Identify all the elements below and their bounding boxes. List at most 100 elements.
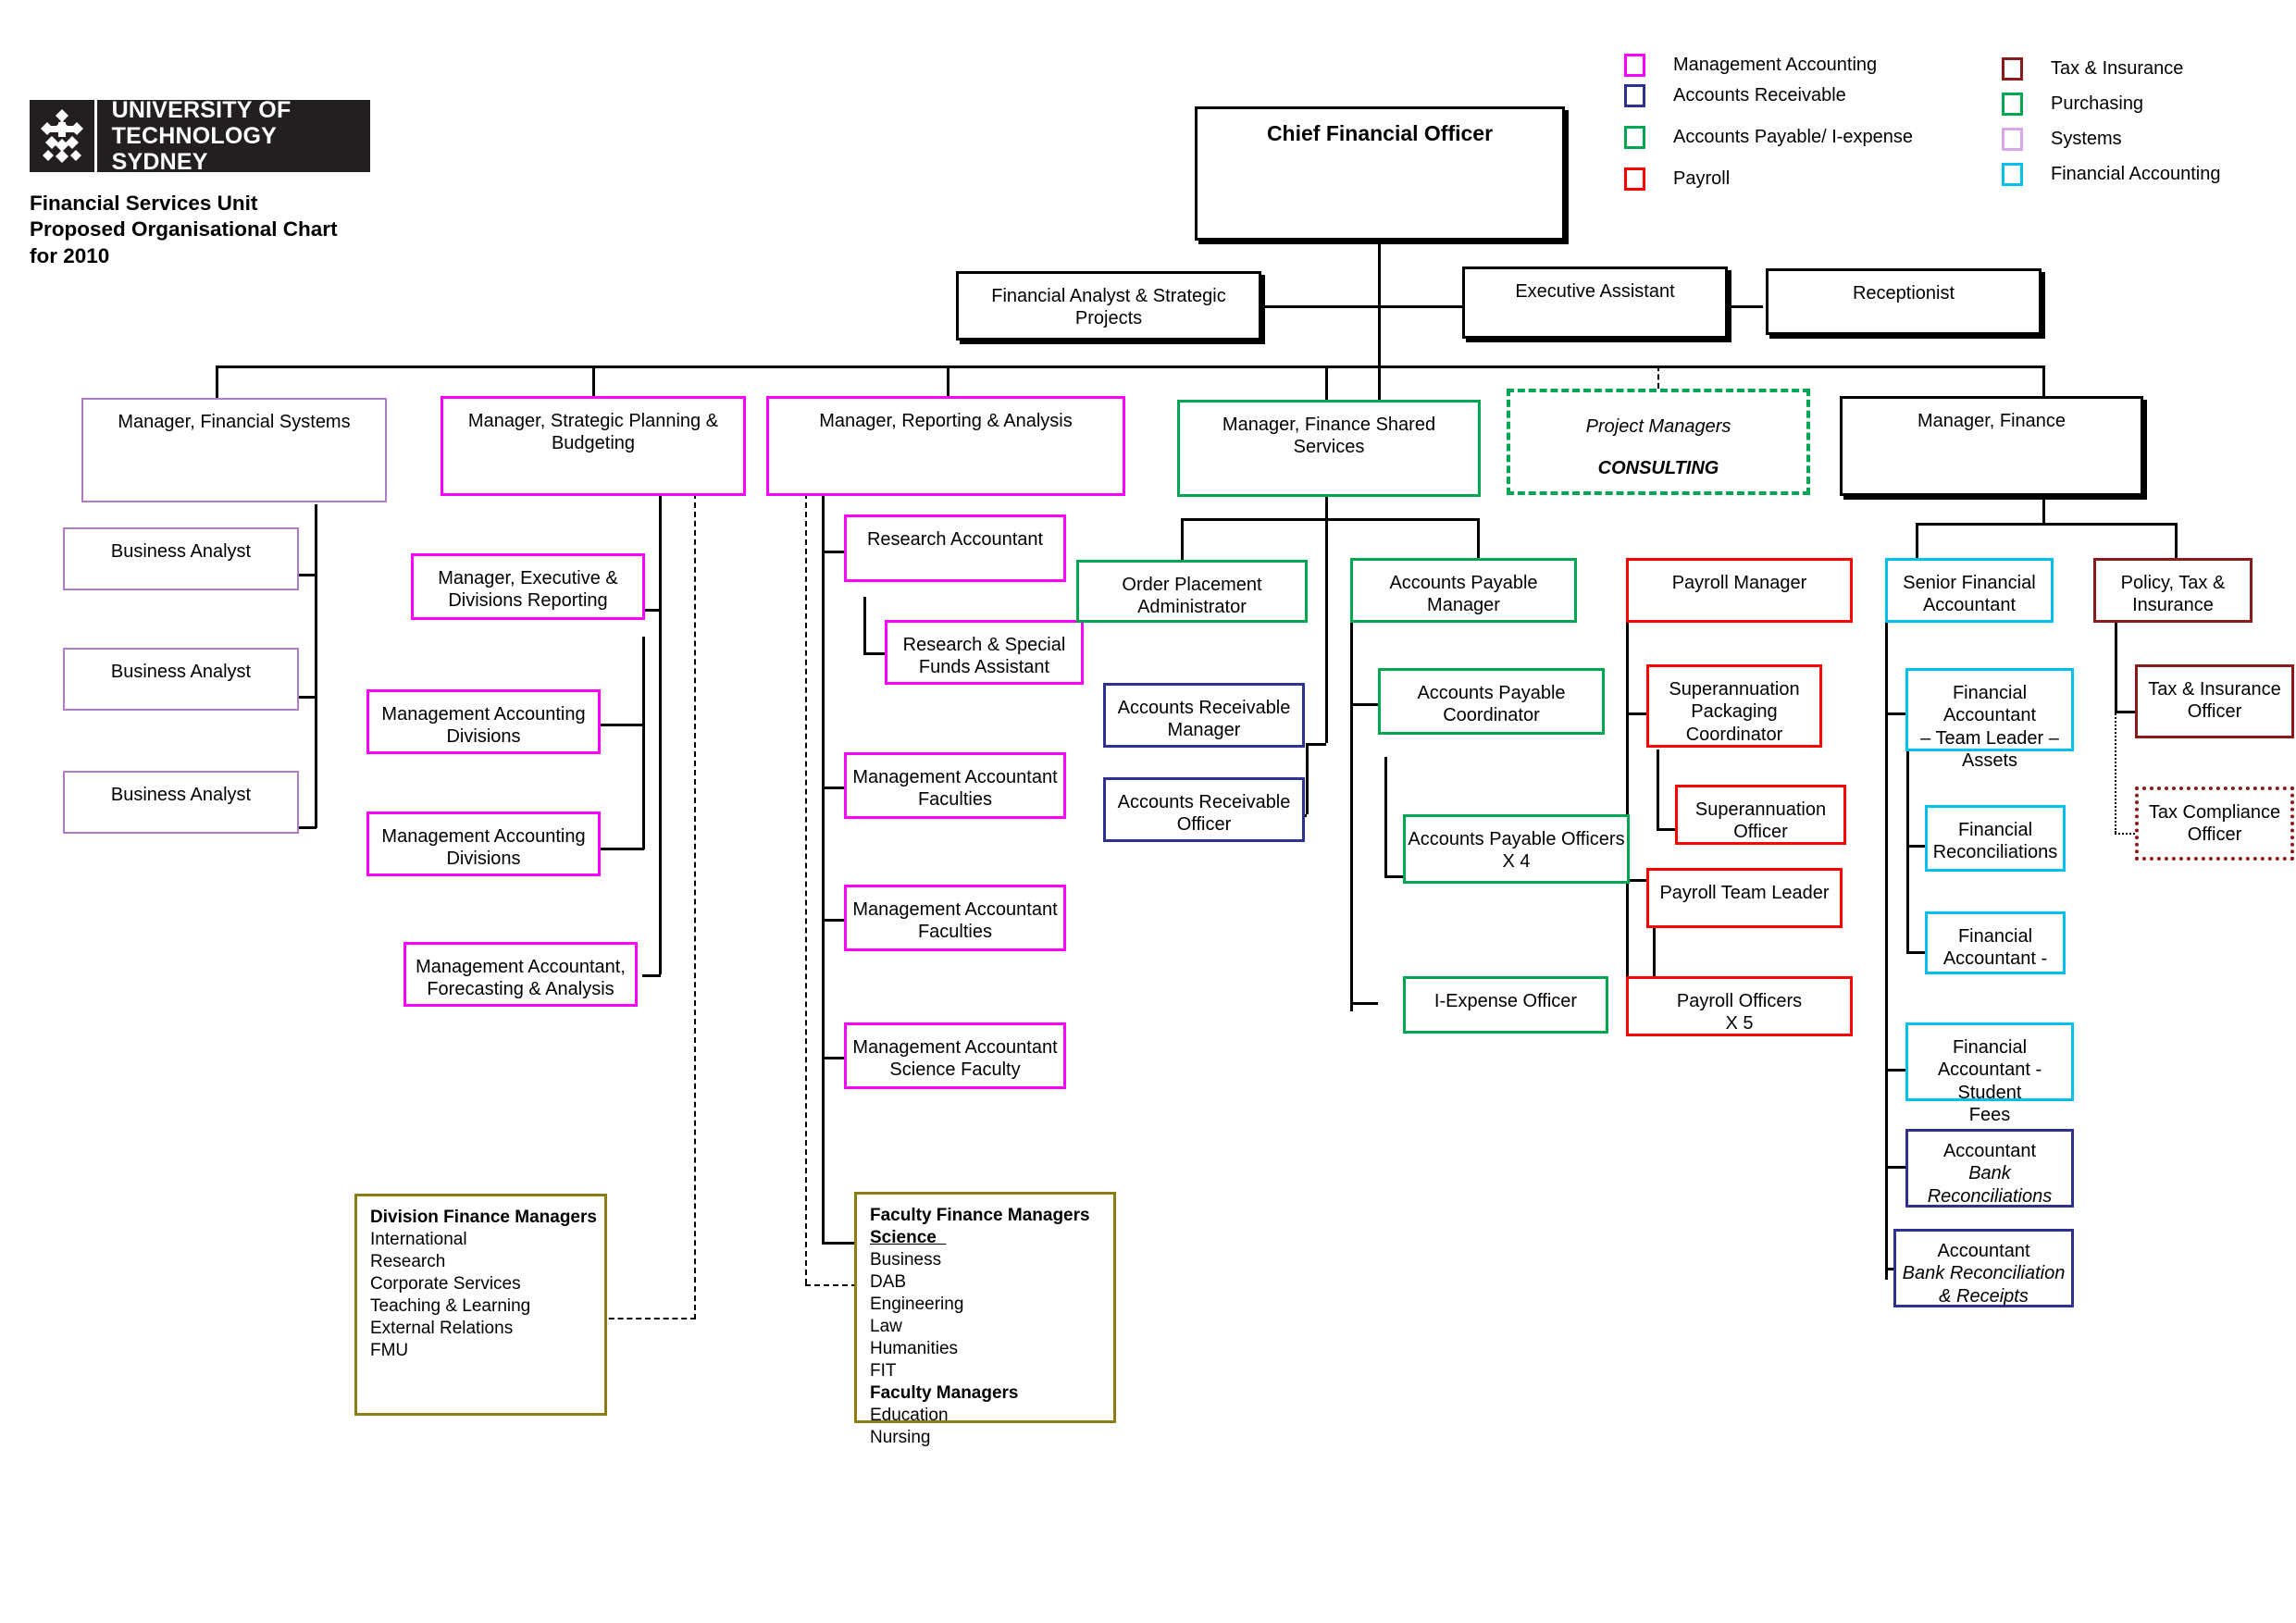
- node-receptionist[interactable]: Receptionist: [1766, 268, 2042, 335]
- connector: [659, 493, 662, 974]
- connector: [822, 919, 844, 922]
- connector: [863, 597, 866, 652]
- node-management-accounting-divisions-1[interactable]: Management Accounting Divisions: [366, 689, 601, 754]
- connector: [298, 826, 316, 829]
- connector: [600, 848, 644, 850]
- node-manager-reporting-analysis[interactable]: Manager, Reporting & Analysis: [766, 396, 1125, 496]
- node-management-accountant-faculties-1[interactable]: Management Accountant Faculties: [844, 752, 1066, 819]
- list-item: Education: [870, 1406, 949, 1426]
- page-title: Financial Services Unit Proposed Organis…: [30, 192, 338, 267]
- connector: [863, 652, 885, 655]
- faculty-finance-managers-box[interactable]: Faculty Finance Managers Science Busines…: [854, 1192, 1116, 1447]
- legend-label: Systems: [2051, 129, 2122, 149]
- list-item: Law: [870, 1317, 902, 1337]
- node-research-special-funds-assistant[interactable]: Research & Special Funds Assistant: [885, 620, 1084, 685]
- node-accounts-payable-coordinator[interactable]: Accounts Payable Coordinator: [1378, 668, 1605, 735]
- connector-dashed: [694, 493, 696, 1319]
- node-superannuation-officer[interactable]: Superannuation Officer: [1675, 785, 1846, 845]
- node-i-expense-officer[interactable]: I-Expense Officer: [1403, 976, 1608, 1034]
- node-accounts-receivable-manager[interactable]: Accounts Receivable Manager: [1103, 683, 1305, 748]
- connector: [1657, 828, 1675, 831]
- connector-dotted: [2115, 711, 2116, 833]
- list-heading: Division Finance Managers: [370, 1208, 597, 1227]
- list-item: External Relations: [370, 1319, 514, 1339]
- node-payroll-officers[interactable]: Payroll Officers X 5: [1626, 976, 1853, 1036]
- list-item: International: [370, 1230, 467, 1250]
- node-financial-analyst[interactable]: Financial Analyst & Strategic Projects: [956, 271, 1261, 341]
- node-business-analyst-1[interactable]: Business Analyst: [63, 527, 299, 590]
- list-item: Research: [370, 1252, 446, 1272]
- node-chief-financial-officer[interactable]: Chief Financial Officer: [1195, 106, 1565, 241]
- connector-dashed: [1657, 365, 1659, 389]
- connector: [1325, 493, 1328, 743]
- list-heading: Faculty Finance Managers: [870, 1206, 1090, 1225]
- node-executive-assistant[interactable]: Executive Assistant: [1462, 266, 1728, 339]
- legend-item-accounts-receivable: Accounts Receivable: [1624, 84, 1846, 107]
- list-item: Teaching & Learning: [370, 1296, 531, 1317]
- connector: [822, 551, 844, 553]
- connector: [2175, 523, 2178, 558]
- connector: [1350, 623, 1353, 1011]
- node-financial-accountant[interactable]: Financial Accountant -: [1925, 911, 2066, 974]
- connector: [1477, 518, 1480, 560]
- node-accounts-receivable-officer[interactable]: Accounts Receivable Officer: [1103, 777, 1305, 842]
- node-accountant-bank-reconciliations[interactable]: Accountant Bank Reconciliations: [1905, 1129, 2074, 1208]
- legend-label: Payroll: [1673, 168, 1731, 189]
- node-accountant-bank-reconciliation-receipts[interactable]: Accountant Bank Reconciliation & Receipt…: [1893, 1229, 2074, 1307]
- node-accounts-payable-manager[interactable]: Accounts Payable Manager: [1350, 558, 1577, 623]
- connector: [1306, 743, 1326, 746]
- connector: [1885, 623, 1888, 1280]
- node-management-accountant-forecasting[interactable]: Management Accountant, Forecasting & Ana…: [403, 942, 638, 1007]
- uts-diamond-logo-icon: [30, 100, 97, 172]
- connector: [1254, 305, 1481, 308]
- node-policy-tax-insurance[interactable]: Policy, Tax & Insurance: [2093, 558, 2253, 623]
- node-project-managers-consulting[interactable]: Project Managers CONSULTING: [1507, 389, 1810, 495]
- connector: [1350, 703, 1378, 706]
- legend-label: Accounts Payable/ I-expense: [1673, 127, 1914, 147]
- connector: [1916, 523, 2175, 526]
- list-item: Corporate Services: [370, 1274, 521, 1295]
- node-order-placement-administrator[interactable]: Order Placement Administrator: [1076, 560, 1308, 623]
- list-item: DAB: [870, 1272, 907, 1293]
- node-accounts-payable-officers[interactable]: Accounts Payable Officers X 4: [1403, 814, 1630, 884]
- node-business-analyst-2[interactable]: Business Analyst: [63, 648, 299, 711]
- legend-label: Tax & Insurance: [2051, 58, 2184, 79]
- connector: [822, 1057, 844, 1059]
- legend-swatch-icon: [1624, 126, 1645, 149]
- node-business-analyst-3[interactable]: Business Analyst: [63, 771, 299, 834]
- connector: [1885, 712, 1905, 715]
- node-senior-financial-accountant[interactable]: Senior Financial Accountant: [1885, 558, 2054, 623]
- connector: [216, 365, 2043, 368]
- node-financial-accountant-team-leader-assets[interactable]: Financial Accountant – Team Leader – Ass…: [1905, 668, 2074, 771]
- node-financial-reconciliations[interactable]: Financial Reconciliations: [1925, 805, 2066, 872]
- connector-dashed: [805, 493, 807, 1284]
- node-payroll-manager[interactable]: Payroll Manager: [1626, 558, 1853, 623]
- node-payroll-team-leader[interactable]: Payroll Team Leader: [1646, 868, 1843, 928]
- node-manager-finance-shared-services[interactable]: Manager, Finance Shared Services: [1177, 400, 1481, 497]
- legend-item-tax-insurance: Tax & Insurance: [2002, 57, 2183, 81]
- connector: [1350, 1002, 1378, 1005]
- node-tax-compliance-officer[interactable]: Tax Compliance Officer: [2135, 787, 2294, 861]
- logo-line-1: UNIVERSITY OF: [111, 97, 292, 123]
- node-tax-insurance-officer[interactable]: Tax & Insurance Officer: [2135, 664, 2294, 738]
- division-finance-managers-box[interactable]: Division Finance Managers International …: [354, 1194, 607, 1416]
- node-manager-finance[interactable]: Manager, Finance: [1840, 396, 2143, 496]
- node-manager-strategic-planning[interactable]: Manager, Strategic Planning & Budgeting: [441, 396, 746, 496]
- node-management-accountant-science-faculty[interactable]: Management Accountant Science Faculty: [844, 1022, 1066, 1089]
- connector: [2115, 623, 2117, 711]
- node-management-accounting-divisions-2[interactable]: Management Accounting Divisions: [366, 812, 601, 876]
- legend-label: Management Accounting: [1673, 55, 1878, 75]
- uts-logo: UNIVERSITY OF TECHNOLOGY SYDNEY: [30, 97, 370, 175]
- node-manager-executive-divisions-reporting[interactable]: Manager, Executive & Divisions Reporting: [411, 553, 645, 620]
- node-superannuation-packaging-coordinator[interactable]: Superannuation Packaging Coordinator: [1646, 664, 1822, 748]
- node-manager-financial-systems[interactable]: Manager, Financial Systems: [81, 398, 387, 502]
- node-financial-accountant-student-fees[interactable]: Financial Accountant -Student Fees: [1905, 1022, 2074, 1125]
- connector: [822, 1242, 857, 1245]
- connector: [1384, 757, 1387, 875]
- list-item: Humanities: [870, 1339, 959, 1359]
- node-research-accountant[interactable]: Research Accountant: [844, 514, 1066, 582]
- node-management-accountant-faculties-2[interactable]: Management Accountant Faculties: [844, 885, 1066, 951]
- list-item: FMU: [370, 1341, 409, 1361]
- connector: [1885, 1069, 1905, 1072]
- legend-swatch-icon: [1624, 54, 1645, 77]
